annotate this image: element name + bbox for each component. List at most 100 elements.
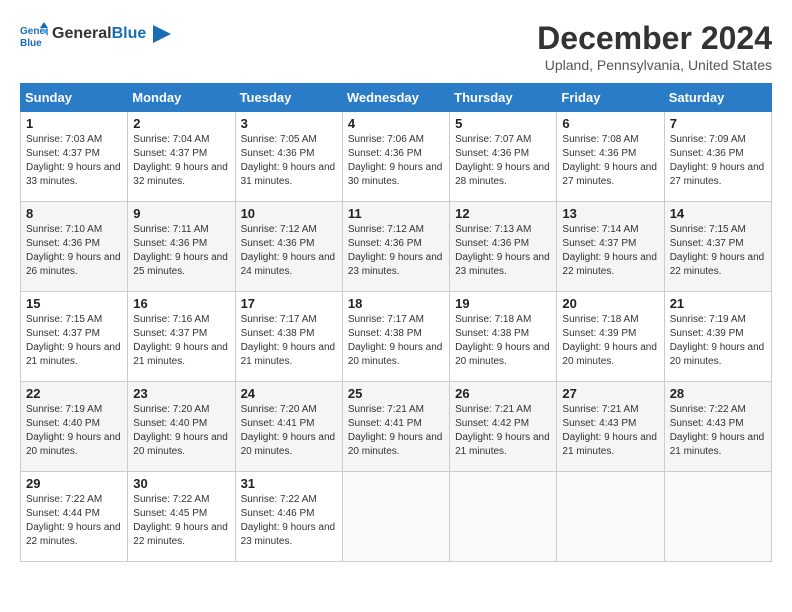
day-info: Sunrise: 7:10 AM Sunset: 4:36 PM Dayligh… (26, 223, 122, 279)
logo-text: GeneralBlue (52, 25, 171, 43)
col-thursday: Thursday (450, 84, 557, 112)
day-info: Sunrise: 7:15 AM Sunset: 4:37 PM Dayligh… (26, 313, 122, 369)
day-number: 10 (241, 206, 337, 221)
day-number: 16 (133, 296, 229, 311)
calendar-cell: 14 Sunrise: 7:15 AM Sunset: 4:37 PM Dayli… (664, 202, 771, 292)
day-info: Sunrise: 7:22 AM Sunset: 4:46 PM Dayligh… (241, 493, 337, 549)
calendar-cell: 24Sunrise: 7:20 AM Sunset: 4:41 PM Dayli… (235, 382, 342, 472)
calendar-cell (557, 472, 664, 562)
calendar-cell (664, 472, 771, 562)
day-info: Sunrise: 7:11 AM Sunset: 4:36 PM Dayligh… (133, 223, 229, 279)
col-tuesday: Tuesday (235, 84, 342, 112)
day-number: 9 (133, 206, 229, 221)
calendar-cell: 5 Sunrise: 7:07 AM Sunset: 4:36 PM Daylig… (450, 112, 557, 202)
day-info: Sunrise: 7:07 AM Sunset: 4:36 PM Dayligh… (455, 133, 551, 189)
calendar-cell: 18Sunrise: 7:17 AM Sunset: 4:38 PM Dayli… (342, 292, 449, 382)
day-number: 5 (455, 116, 551, 131)
day-number: 1 (26, 116, 122, 131)
day-info: Sunrise: 7:09 AM Sunset: 4:36 PM Dayligh… (670, 133, 766, 189)
calendar-cell: 28Sunrise: 7:22 AM Sunset: 4:43 PM Dayli… (664, 382, 771, 472)
calendar-cell: 6Sunrise: 7:08 AM Sunset: 4:36 PM Daylig… (557, 112, 664, 202)
day-info: Sunrise: 7:22 AM Sunset: 4:45 PM Dayligh… (133, 493, 229, 549)
calendar-cell: 19 Sunrise: 7:18 AM Sunset: 4:38 PM Dayli… (450, 292, 557, 382)
location: Upland, Pennsylvania, United States (537, 57, 772, 73)
day-number: 4 (348, 116, 444, 131)
day-number: 14 (670, 206, 766, 221)
day-number: 7 (670, 116, 766, 131)
col-friday: Friday (557, 84, 664, 112)
calendar-cell: 4Sunrise: 7:06 AM Sunset: 4:36 PM Daylig… (342, 112, 449, 202)
col-saturday: Saturday (664, 84, 771, 112)
calendar-cell: 22Sunrise: 7:19 AM Sunset: 4:40 PM Dayli… (21, 382, 128, 472)
calendar-cell: 16 Sunrise: 7:16 AM Sunset: 4:37 PM Dayli… (128, 292, 235, 382)
day-info: Sunrise: 7:19 AM Sunset: 4:40 PM Dayligh… (26, 403, 122, 459)
day-number: 3 (241, 116, 337, 131)
calendar-cell: 29 Sunrise: 7:22 AM Sunset: 4:44 PM Dayli… (21, 472, 128, 562)
day-number: 15 (26, 296, 122, 311)
day-number: 27 (562, 386, 658, 401)
day-number: 8 (26, 206, 122, 221)
day-info: Sunrise: 7:17 AM Sunset: 4:38 PM Dayligh… (348, 313, 444, 369)
calendar-table: Sunday Monday Tuesday Wednesday Thursday… (20, 83, 772, 562)
day-number: 11 (348, 206, 444, 221)
day-number: 24 (241, 386, 337, 401)
day-number: 31 (241, 476, 337, 491)
calendar-cell: 25Sunrise: 7:21 AM Sunset: 4:41 PM Dayli… (342, 382, 449, 472)
day-number: 19 (455, 296, 551, 311)
col-wednesday: Wednesday (342, 84, 449, 112)
calendar-cell: 17Sunrise: 7:17 AM Sunset: 4:38 PM Dayli… (235, 292, 342, 382)
calendar-cell: 13 Sunrise: 7:14 AM Sunset: 4:37 PM Dayli… (557, 202, 664, 292)
calendar-cell: 31 Sunrise: 7:22 AM Sunset: 4:46 PM Dayli… (235, 472, 342, 562)
calendar-cell: 27 Sunrise: 7:21 AM Sunset: 4:43 PM Dayli… (557, 382, 664, 472)
month-title: December 2024 (537, 20, 772, 57)
title-block: December 2024 Upland, Pennsylvania, Unit… (537, 20, 772, 73)
calendar-cell (342, 472, 449, 562)
logo-arrow-icon (153, 25, 171, 43)
col-sunday: Sunday (21, 84, 128, 112)
calendar-cell: 2 Sunrise: 7:04 AM Sunset: 4:37 PM Daylig… (128, 112, 235, 202)
day-info: Sunrise: 7:05 AM Sunset: 4:36 PM Dayligh… (241, 133, 337, 189)
calendar-cell: 12Sunrise: 7:13 AM Sunset: 4:36 PM Dayli… (450, 202, 557, 292)
calendar-cell: 23Sunrise: 7:20 AM Sunset: 4:40 PM Dayli… (128, 382, 235, 472)
day-info: Sunrise: 7:22 AM Sunset: 4:44 PM Dayligh… (26, 493, 122, 549)
calendar-cell: 10 Sunrise: 7:12 AM Sunset: 4:36 PM Dayli… (235, 202, 342, 292)
day-info: Sunrise: 7:14 AM Sunset: 4:37 PM Dayligh… (562, 223, 658, 279)
calendar-week-row: 22Sunrise: 7:19 AM Sunset: 4:40 PM Dayli… (21, 382, 772, 472)
day-number: 2 (133, 116, 229, 131)
calendar-cell: 26 Sunrise: 7:21 AM Sunset: 4:42 PM Dayli… (450, 382, 557, 472)
day-number: 17 (241, 296, 337, 311)
calendar-cell: 9 Sunrise: 7:11 AM Sunset: 4:36 PM Daylig… (128, 202, 235, 292)
day-info: Sunrise: 7:19 AM Sunset: 4:39 PM Dayligh… (670, 313, 766, 369)
logo-icon: General Blue (20, 20, 48, 48)
day-info: Sunrise: 7:15 AM Sunset: 4:37 PM Dayligh… (670, 223, 766, 279)
calendar-cell: 30 Sunrise: 7:22 AM Sunset: 4:45 PM Dayli… (128, 472, 235, 562)
logo: General Blue GeneralBlue (20, 20, 171, 48)
day-number: 6 (562, 116, 658, 131)
day-number: 29 (26, 476, 122, 491)
col-monday: Monday (128, 84, 235, 112)
day-info: Sunrise: 7:12 AM Sunset: 4:36 PM Dayligh… (348, 223, 444, 279)
day-info: Sunrise: 7:04 AM Sunset: 4:37 PM Dayligh… (133, 133, 229, 189)
day-info: Sunrise: 7:21 AM Sunset: 4:42 PM Dayligh… (455, 403, 551, 459)
calendar-cell: 7 Sunrise: 7:09 AM Sunset: 4:36 PM Daylig… (664, 112, 771, 202)
calendar-week-row: 8 Sunrise: 7:10 AM Sunset: 4:36 PM Daylig… (21, 202, 772, 292)
day-info: Sunrise: 7:22 AM Sunset: 4:43 PM Dayligh… (670, 403, 766, 459)
day-info: Sunrise: 7:21 AM Sunset: 4:43 PM Dayligh… (562, 403, 658, 459)
calendar-cell: 15 Sunrise: 7:15 AM Sunset: 4:37 PM Dayli… (21, 292, 128, 382)
day-info: Sunrise: 7:20 AM Sunset: 4:40 PM Dayligh… (133, 403, 229, 459)
calendar-cell: 3 Sunrise: 7:05 AM Sunset: 4:36 PM Daylig… (235, 112, 342, 202)
calendar-header-row: Sunday Monday Tuesday Wednesday Thursday… (21, 84, 772, 112)
day-info: Sunrise: 7:12 AM Sunset: 4:36 PM Dayligh… (241, 223, 337, 279)
day-number: 13 (562, 206, 658, 221)
calendar-cell (450, 472, 557, 562)
day-info: Sunrise: 7:13 AM Sunset: 4:36 PM Dayligh… (455, 223, 551, 279)
day-number: 21 (670, 296, 766, 311)
calendar-cell: 1Sunrise: 7:03 AM Sunset: 4:37 PM Daylig… (21, 112, 128, 202)
calendar-cell: 11 Sunrise: 7:12 AM Sunset: 4:36 PM Dayli… (342, 202, 449, 292)
day-info: Sunrise: 7:16 AM Sunset: 4:37 PM Dayligh… (133, 313, 229, 369)
day-info: Sunrise: 7:21 AM Sunset: 4:41 PM Dayligh… (348, 403, 444, 459)
calendar-cell: 8 Sunrise: 7:10 AM Sunset: 4:36 PM Daylig… (21, 202, 128, 292)
day-info: Sunrise: 7:18 AM Sunset: 4:38 PM Dayligh… (455, 313, 551, 369)
day-number: 30 (133, 476, 229, 491)
day-number: 26 (455, 386, 551, 401)
